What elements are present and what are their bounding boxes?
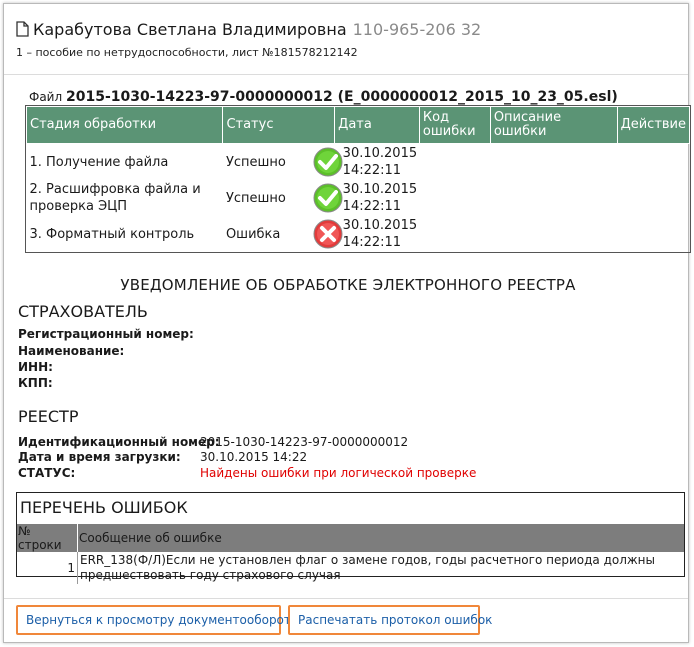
table-row: 1. Получение файла Успешно 30.10.2015 14:…	[27, 144, 690, 181]
stage-time: 14:22:11	[342, 163, 402, 178]
stage-error-description	[490, 180, 617, 216]
stage-action	[617, 216, 689, 252]
check-icon	[313, 183, 343, 213]
person-name: Карабутова Светлана Владимировна	[33, 20, 347, 39]
field-label: Регистрационный номер:	[18, 327, 194, 341]
check-icon	[313, 147, 343, 177]
print-errors-button[interactable]: Распечатать протокол ошибок	[288, 605, 492, 635]
error-message: ERR_138(Ф/Л)Если не установлен флаг о за…	[80, 553, 656, 582]
notice-title: УВЕДОМЛЕНИЕ ОБ ОБРАБОТКЕ ЭЛЕКТРОННОГО РЕ…	[120, 276, 576, 294]
table-row: 2. Расшифровка файла и проверка ЭЦП Успе…	[27, 180, 690, 216]
document-icon	[16, 21, 29, 41]
insurer-kpp: КПП:	[18, 375, 53, 391]
errors-panel: ПЕРЕЧЕНЬ ОШИБОК № строки Сообщение об ош…	[16, 492, 685, 584]
insurer-inn: ИНН:	[18, 359, 53, 375]
stage-date: 30.10.2015	[342, 218, 418, 233]
stage-name: 2. Расшифровка файла и проверка ЭЦП	[29, 182, 201, 214]
field-label: КПП:	[18, 376, 53, 390]
field-value: 2015-1030-14223-97-0000000012	[200, 435, 409, 449]
field-label: СТАТУС:	[18, 466, 76, 480]
stage-time: 14:22:11	[342, 235, 402, 250]
stage-action	[617, 180, 689, 216]
table-row: 3. Форматный контроль Ошибка 30.10.2015 1…	[27, 216, 690, 252]
col-line-number: № строки	[17, 524, 78, 552]
stage-date-cell: 30.10.2015 14:22:11	[313, 180, 469, 216]
stage-time: 14:22:11	[342, 199, 402, 214]
stage-date-cell: 30.10.2015 14:22:11	[313, 144, 469, 181]
field-label: Идентификационный номер:	[18, 435, 220, 449]
col-error-code: Код ошибки	[418, 106, 491, 144]
insurer-section-title: СТРАХОВАТЕЛЬ	[18, 302, 148, 321]
table-row: 1 ERR_138(Ф/Л)Если не установлен флаг о …	[17, 552, 684, 584]
field-label: Дата и время загрузки:	[18, 450, 181, 464]
stage-name: 1. Получение файла	[29, 154, 169, 170]
file-line: Файл 2015-1030-14223-97-0000000012 (E_00…	[29, 89, 618, 105]
errors-title: ПЕРЕЧЕНЬ ОШИБОК	[20, 498, 188, 517]
col-date: Дата	[334, 106, 420, 144]
stage-date: 30.10.2015	[342, 182, 418, 197]
insurer-reg-number: Регистрационный номер:	[18, 326, 194, 342]
errors-table: № строки Сообщение об ошибке 1 ERR_138(Ф…	[17, 524, 684, 584]
col-error-message: Сообщение об ошибке	[77, 524, 684, 552]
file-name: 2015-1030-14223-97-0000000012 (E_0000000…	[65, 89, 618, 105]
stage-error-description	[490, 216, 617, 252]
error-line-number: 1	[17, 552, 78, 584]
footer-divider	[4, 598, 688, 599]
page-subtitle: 1 – пособие по нетрудоспособности, лист …	[16, 46, 358, 59]
registry-section-title: РЕЕСТР	[18, 407, 79, 426]
col-action: Действие	[616, 106, 691, 144]
field-value: 30.10.2015 14:22	[200, 450, 308, 464]
status-value: Найдены ошибки при логической проверке	[200, 466, 477, 480]
stage-date-cell: 30.10.2015 14:22:11	[313, 216, 469, 252]
back-to-documents-button[interactable]: Вернуться к просмотру документооборота	[16, 605, 298, 635]
field-label: ИНН:	[18, 360, 53, 374]
field-label: Наименование:	[18, 344, 125, 358]
file-label: Файл	[29, 90, 63, 104]
person-line: Карабутова Светлана Владимировна 110-965-…	[16, 20, 481, 41]
col-error-description: Описание ошибки	[489, 106, 618, 144]
col-status: Статус	[222, 106, 336, 144]
error-icon	[313, 219, 343, 249]
col-stage: Стадия обработки	[25, 106, 224, 144]
snils-number: 110-965-206 32	[352, 20, 482, 39]
stages-header-row: Стадия обработки Статус Дата Код ошибки …	[25, 106, 691, 144]
header-divider	[4, 74, 688, 75]
registry-status: СТАТУС: Найдены ошибки при логической пр…	[18, 465, 476, 481]
registry-upload-datetime: Дата и время загрузки: 30.10.2015 14:22	[18, 449, 307, 465]
registry-id: Идентификационный номер: 2015-1030-14223…	[18, 434, 408, 450]
processing-stages-table: Стадия обработки Статус Дата Код ошибки …	[25, 105, 691, 253]
stage-name: 3. Форматный контроль	[29, 226, 195, 242]
insurer-name: Наименование:	[18, 343, 124, 359]
stage-error-description	[490, 144, 617, 181]
stage-action	[617, 144, 689, 181]
protocol-window: Карабутова Светлана Владимировна 110-965-…	[3, 3, 691, 643]
errors-header-row: № строки Сообщение об ошибке	[17, 524, 684, 552]
stage-date: 30.10.2015	[342, 146, 418, 161]
